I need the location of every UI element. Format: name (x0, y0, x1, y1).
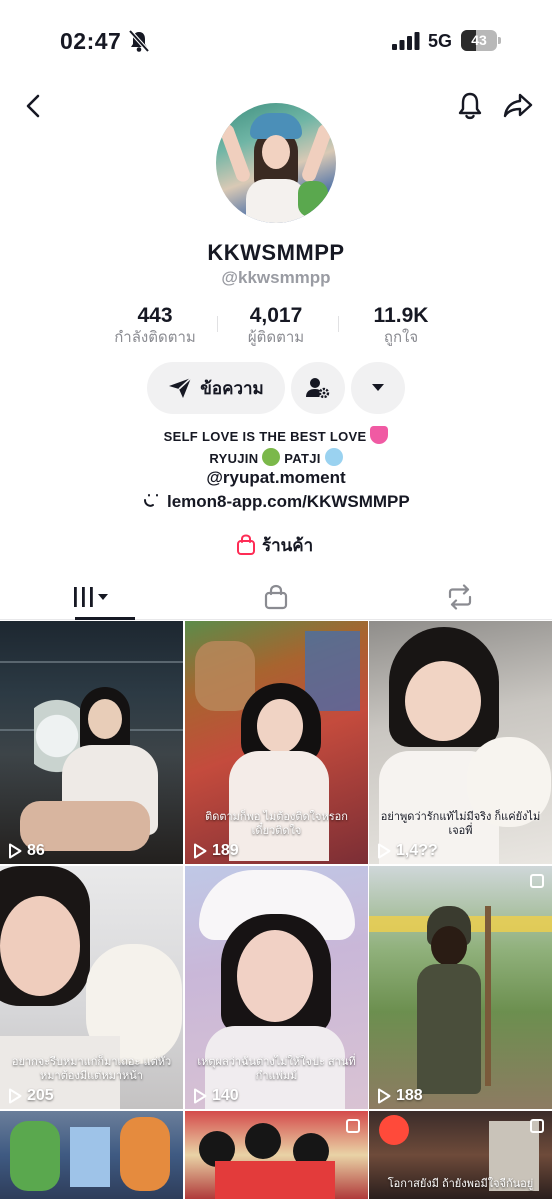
video-caption: อย่าพูดว่ารักแท้ไม่มีจริง ก็แค่ยังไม่เจอ… (380, 811, 541, 837)
view-count: 1,4?? (377, 842, 438, 860)
jellyfish-icon (324, 448, 343, 466)
bio-text: PATJI (284, 451, 321, 466)
status-time: 02:47 (60, 28, 122, 54)
bio-line-2: RYUJIN PATJI (0, 448, 552, 466)
stat-value: 11.9K (373, 304, 429, 327)
play-icon (194, 1088, 207, 1104)
view-count: 188 (377, 1087, 423, 1105)
video-caption: โอกาสยังมี ถ้ายังพอมีใจจีกันอยู่ (387, 1178, 534, 1190)
video-grid: 86 ติดตามก็พอ ไม่ต้องติดใจหรอกเดี๋ยวติดใ… (0, 621, 552, 1199)
play-icon (9, 1088, 22, 1104)
bell-icon (458, 92, 482, 120)
video-thumbnail[interactable]: โอกาสยังมี ถ้ายังพอมีใจจีกันอยู่ (369, 1111, 552, 1199)
tab-shop[interactable] (184, 574, 368, 620)
shop-link-label: ร้านค้า (262, 535, 314, 555)
chevron-left-icon (26, 94, 40, 118)
video-thumbnail[interactable]: อยากจะรีบหมาแก่ก็มาเถอะ แต่หัวหมาต้องมีแ… (0, 866, 183, 1109)
bio-link[interactable]: lemon8-app.com/KKWSMMPP (0, 491, 552, 512)
cellular-signal-icon (392, 32, 420, 50)
stat-followers[interactable]: 4,017 ผู้ติดตาม (216, 304, 336, 348)
bio-text: SELF LOVE IS THE BEST LOVE (163, 429, 367, 444)
repost-icon (448, 584, 472, 610)
tab-reposts[interactable] (368, 574, 552, 620)
video-thumbnail[interactable]: เหตุผลว่าฉันต่างไม่ให้ใจปะ สานที่กำแพ่มม… (185, 866, 368, 1109)
silent-mode-icon (128, 29, 150, 53)
video-caption: ติดตามก็พอ ไม่ต้องติดใจหรอกเดี๋ยวติดใจ (205, 811, 348, 837)
view-count-text: 1,4?? (396, 842, 438, 859)
status-bar: 02:47 5G 43 (0, 0, 552, 80)
view-count-text: 86 (27, 842, 45, 859)
view-count: 205 (8, 1087, 54, 1105)
video-thumbnail[interactable]: 86 (0, 621, 183, 864)
caret-down-icon (372, 384, 384, 391)
view-count: 86 (8, 842, 45, 860)
message-button[interactable]: ข้อความ (147, 362, 285, 414)
play-icon (194, 843, 207, 859)
video-thumbnail[interactable] (185, 1111, 368, 1199)
video-thumbnail[interactable] (0, 1111, 183, 1199)
play-icon (378, 1088, 391, 1104)
username: @kkwsmmpp (221, 268, 331, 287)
bio-link-text: lemon8-app.com/KKWSMMPP (166, 492, 410, 511)
tab-videos[interactable] (0, 574, 184, 620)
stat-label: กำลังติดตาม (114, 329, 196, 346)
bio-mention[interactable]: @ryupat.moment (0, 468, 552, 488)
multi-photo-icon (530, 874, 544, 888)
video-thumbnail[interactable]: อย่าพูดว่ารักแท้ไม่มีจริง ก็แค่ยังไม่เจอ… (369, 621, 552, 864)
multi-photo-icon (346, 1119, 360, 1133)
video-thumbnail[interactable]: 188 (369, 866, 552, 1109)
shopping-bag-icon (237, 534, 255, 555)
active-tab-indicator (75, 617, 135, 620)
video-caption: เหตุผลว่าฉันต่างไม่ให้ใจปะ สานที่กำแพ่มม… (197, 1056, 356, 1082)
more-options-button[interactable] (351, 362, 405, 414)
message-button-label: ข้อความ (200, 378, 264, 398)
sparkling-heart-icon (370, 426, 389, 444)
profile-tabs (0, 574, 552, 620)
stat-value: 443 (137, 304, 173, 327)
profile-stats: 443 กำลังติดตาม 4,017 ผู้ติดตาม 11.9K ถู… (95, 304, 457, 352)
view-count-text: 140 (212, 1087, 239, 1104)
view-count-text: 189 (212, 842, 239, 859)
display-name: KKWSMMPP (207, 240, 345, 265)
avatar[interactable] (216, 103, 336, 223)
view-count: 189 (193, 842, 239, 860)
dragon-icon (262, 448, 281, 466)
stat-label: ถูกใจ (383, 329, 419, 346)
stat-label: ผู้ติดตาม (247, 329, 305, 346)
view-count-text: 188 (396, 1087, 423, 1104)
send-icon (169, 377, 192, 398)
stat-likes[interactable]: 11.9K ถูกใจ (341, 304, 461, 348)
back-button[interactable] (14, 86, 54, 126)
grid-icon (74, 587, 108, 607)
view-count: 140 (193, 1087, 239, 1105)
stat-following[interactable]: 443 กำลังติดตาม (95, 304, 215, 348)
video-thumbnail[interactable]: ติดตามก็พอ ไม่ต้องติดใจหรอกเดี๋ยวติดใจ 1… (185, 621, 368, 864)
share-button[interactable] (498, 86, 538, 126)
user-gear-icon (306, 378, 330, 399)
bio-line-1: SELF LOVE IS THE BEST LOVE (0, 426, 552, 444)
share-arrow-icon (503, 93, 533, 118)
network-type: 5G (428, 31, 453, 51)
multi-photo-icon (530, 1119, 544, 1133)
shop-link[interactable]: ร้านค้า (236, 532, 313, 558)
play-icon (378, 843, 391, 859)
stat-divider (338, 316, 339, 332)
bio-text: RYUJIN (209, 451, 259, 466)
notification-bell-button[interactable] (450, 86, 490, 126)
video-caption: อยากจะรีบหมาแก่ก็มาเถอะ แต่หัวหมาต้องมีแ… (11, 1056, 172, 1082)
view-count-text: 205 (27, 1087, 54, 1104)
stat-value: 4,017 (249, 304, 303, 327)
battery-level: 43 (471, 32, 487, 48)
link-icon (144, 494, 159, 507)
play-icon (9, 843, 22, 859)
shopping-bag-icon (264, 584, 288, 610)
battery-icon: 43 (461, 30, 501, 51)
follow-settings-button[interactable] (291, 362, 345, 414)
